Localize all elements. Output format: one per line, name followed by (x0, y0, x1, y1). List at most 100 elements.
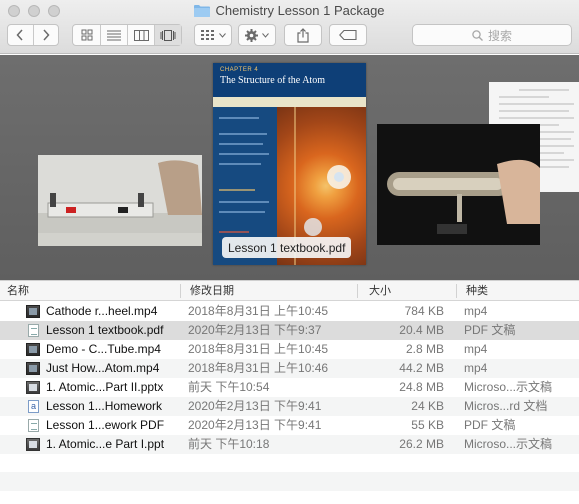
window-title: Chemistry Lesson 1 Package (0, 3, 579, 20)
file-date: 2020年2月13日 下午9:41 (188, 399, 322, 413)
column-header-date[interactable]: 修改日期 (190, 281, 234, 301)
selected-file-label: Lesson 1 textbook.pdf (222, 237, 352, 258)
navigation-control (7, 24, 59, 46)
file-row[interactable]: Just How...Atom.mp4 2018年8月31日 上午10:46 44.… (0, 359, 579, 378)
cover-flow-area[interactable]: CHAPTER 4 The Structure of the Atom Less… (0, 55, 579, 280)
view-mode-control (72, 24, 182, 46)
cover-flow-view-button[interactable] (154, 25, 181, 45)
file-kind: PDF 文稿 (464, 418, 516, 432)
file-kind: mp4 (464, 304, 488, 318)
word-file-icon (28, 397, 39, 416)
file-name: Lesson 1...ework PDF (46, 418, 165, 432)
action-menu-button[interactable] (238, 24, 276, 46)
list-icon (107, 30, 121, 40)
ppt-file-icon (26, 438, 40, 451)
file-name: Lesson 1 textbook.pdf (46, 323, 164, 337)
file-row[interactable]: Lesson 1...ework PDF 2020年2月13日 下午9:41 55 … (0, 416, 579, 435)
file-list[interactable]: 名称 修改日期 大小 种类 Cathode r...heel.mp4 2018年8… (0, 280, 579, 504)
icon-view-button[interactable] (73, 25, 100, 45)
file-size: 20.4 MB (399, 323, 444, 337)
search-field[interactable]: 搜索 (412, 24, 572, 46)
file-size: 24.8 MB (399, 380, 444, 394)
tags-button[interactable] (329, 24, 367, 46)
column-view-button[interactable] (127, 25, 154, 45)
chevron-down-icon (262, 32, 269, 38)
file-name: 1. Atomic...Part II.pptx (46, 380, 164, 394)
search-icon (472, 29, 483, 41)
file-kind: mp4 (464, 342, 488, 356)
title-bar: Chemistry Lesson 1 Package 搜索 (0, 0, 579, 54)
book-title: The Structure of the Atom (220, 75, 325, 86)
book-header: CHAPTER 4 The Structure of the Atom (213, 63, 366, 97)
tag-icon (339, 30, 357, 40)
pdf-file-icon (28, 324, 39, 337)
empty-row (0, 472, 579, 491)
pdf-file-icon (28, 419, 39, 432)
file-date: 2018年8月31日 上午10:45 (188, 304, 329, 318)
column-divider[interactable] (456, 284, 457, 298)
file-kind: Microso...示文稿 (464, 437, 553, 451)
window-title-text: Chemistry Lesson 1 Package (215, 3, 385, 18)
forward-button[interactable] (32, 25, 58, 45)
list-header: 名称 修改日期 大小 种类 (0, 280, 579, 301)
file-name: 1. Atomic...e Part I.ppt (46, 437, 165, 451)
column-header-size[interactable]: 大小 (369, 281, 391, 301)
file-size: 55 KB (411, 418, 444, 432)
column-divider[interactable] (357, 284, 358, 298)
cover-flow-icon (160, 29, 176, 41)
file-name: Cathode r...heel.mp4 (46, 304, 158, 318)
chevron-down-icon (218, 32, 226, 38)
gear-icon (245, 28, 258, 42)
grid-icon (81, 29, 92, 41)
video-file-icon (26, 305, 40, 318)
group-grid-icon (200, 30, 214, 40)
column-header-name[interactable]: 名称 (7, 281, 29, 301)
share-button[interactable] (284, 24, 322, 46)
file-date: 2018年8月31日 上午10:45 (188, 342, 329, 356)
video-file-icon (26, 362, 40, 375)
file-kind: Microso...示文稿 (464, 380, 553, 394)
file-size: 44.2 MB (399, 361, 444, 375)
pptx-file-icon (26, 381, 40, 394)
textbook-preview-cover[interactable]: CHAPTER 4 The Structure of the Atom (213, 63, 366, 265)
list-view-button[interactable] (100, 25, 127, 45)
file-kind: mp4 (464, 361, 488, 375)
file-kind: Micros...rd 文档 (464, 399, 548, 413)
file-size: 2.8 MB (405, 342, 444, 356)
video-preview-cover[interactable] (377, 124, 540, 245)
share-icon (297, 27, 309, 43)
file-date: 2020年2月13日 下午9:37 (188, 323, 322, 337)
video-preview-cover[interactable] (38, 155, 202, 246)
cathode-tube-video-frame (377, 124, 540, 245)
file-row[interactable]: Demo - C...Tube.mp4 2018年8月31日 上午10:45 2.8… (0, 340, 579, 359)
cathode-video-frame (38, 155, 202, 246)
back-button[interactable] (8, 25, 33, 45)
group-by-button[interactable] (194, 24, 232, 46)
column-header-kind[interactable]: 种类 (466, 281, 488, 301)
file-row[interactable]: 1. Atomic...Part II.pptx 前天 下午10:54 24.8 M… (0, 378, 579, 397)
column-divider[interactable] (180, 284, 181, 298)
columns-icon (133, 29, 149, 41)
file-size: 26.2 MB (399, 437, 444, 451)
file-name: Just How...Atom.mp4 (46, 361, 160, 375)
file-size: 784 KB (404, 304, 444, 318)
video-file-icon (26, 343, 40, 356)
file-row[interactable]: 1. Atomic...e Part I.ppt 前天 下午10:18 26.2 M… (0, 435, 579, 454)
file-size: 24 KB (411, 399, 444, 413)
folder-icon (194, 4, 211, 20)
file-date: 前天 下午10:18 (188, 437, 270, 451)
file-date: 2020年2月13日 下午9:41 (188, 418, 322, 432)
file-kind: PDF 文稿 (464, 323, 516, 337)
book-chapter: CHAPTER 4 (220, 67, 259, 73)
file-name: Demo - C...Tube.mp4 (46, 342, 161, 356)
file-row[interactable]: Lesson 1 textbook.pdf 2020年2月13日 下午9:37 20… (0, 321, 579, 340)
chevron-left-icon (16, 29, 24, 41)
file-date: 前天 下午10:54 (188, 380, 270, 394)
chevron-right-icon (43, 29, 50, 41)
file-name: Lesson 1...Homework (46, 399, 163, 413)
book-band (213, 97, 366, 107)
file-row[interactable]: Lesson 1...Homework 2020年2月13日 下午9:41 24 K… (0, 397, 579, 416)
search-placeholder: 搜索 (487, 28, 512, 43)
file-date: 2018年8月31日 上午10:46 (188, 361, 329, 375)
file-row[interactable]: Cathode r...heel.mp4 2018年8月31日 上午10:45 78… (0, 302, 579, 321)
